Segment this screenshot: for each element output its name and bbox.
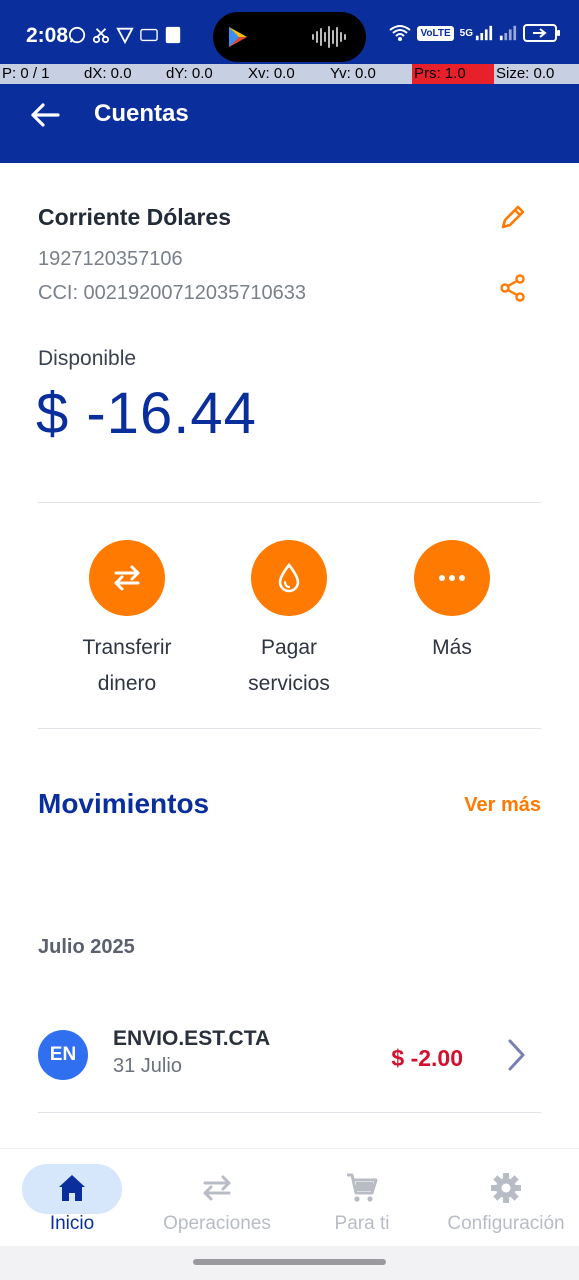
pay-services-button[interactable]: Pagar servicios — [209, 540, 369, 702]
transfer-icon — [114, 565, 140, 591]
bottom-navigation: Inicio Operaciones Para ti Configuración — [0, 1148, 579, 1246]
edit-pencil-icon[interactable] — [498, 202, 528, 232]
chevron-right-icon[interactable] — [503, 1038, 529, 1072]
back-arrow-icon[interactable] — [28, 98, 62, 132]
movements-title: Movimientos — [38, 788, 210, 819]
transaction-amount: $ -2.00 — [391, 1045, 463, 1071]
nav-configuracion-label: Configuración — [447, 1213, 565, 1234]
nav-para-ti-label: Para ti — [334, 1213, 390, 1234]
debug-size: Size: 0.0 — [496, 65, 555, 82]
nav-operaciones[interactable]: Operaciones — [148, 1149, 286, 1247]
temu-icon — [140, 28, 158, 42]
account-name: Corriente Dólares — [38, 204, 232, 230]
audio-wave-icon — [312, 26, 346, 48]
transaction-avatar: EN — [38, 1030, 88, 1080]
available-label: Disponible — [38, 347, 137, 370]
nav-configuracion[interactable]: Configuración — [436, 1149, 576, 1247]
pay-services-icon-circle[interactable] — [251, 540, 327, 616]
pay-services-label: Pagar servicios — [209, 630, 369, 702]
home-gesture-bar[interactable] — [193, 1259, 386, 1265]
account-cci: CCI: 00219200712035710633 — [38, 282, 307, 304]
wifi-icon — [389, 25, 412, 41]
scissors-icon — [92, 28, 110, 44]
divider — [38, 728, 541, 729]
gear-icon — [491, 1173, 521, 1203]
debug-dx: dX: 0.0 — [84, 65, 132, 82]
nav-operaciones-label: Operaciones — [163, 1213, 271, 1234]
transaction-date: 31 Julio — [113, 1055, 182, 1077]
more-dots-icon — [439, 575, 465, 581]
notification-icons — [68, 26, 182, 44]
water-drop-icon — [278, 562, 300, 593]
status-time: 2:08 — [26, 24, 69, 47]
app-bar: Cuentas — [0, 84, 579, 163]
pay-services-label-line2: servicios — [248, 672, 330, 695]
transfer-label-line2: dinero — [97, 672, 157, 695]
cart-icon — [347, 1173, 378, 1202]
debug-yv: Yv: 0.0 — [330, 65, 376, 82]
transfer-icon — [203, 1175, 231, 1201]
pointer-location-overlay: P: 0 / 1 dX: 0.0 dY: 0.0 Xv: 0.0 Yv: 0.0… — [0, 64, 579, 84]
nav-para-ti[interactable]: Para ti — [310, 1149, 414, 1247]
signal-2-icon — [499, 25, 517, 41]
debug-pointer: P: 0 / 1 — [2, 65, 50, 82]
divider — [38, 502, 541, 503]
transfer-money-button[interactable]: Transferir dinero — [47, 540, 207, 702]
see-more-link[interactable]: Ver más — [464, 794, 541, 817]
google-play-games-icon — [229, 27, 247, 47]
available-balance: $ -16.44 — [36, 381, 257, 446]
transaction-title: ENVIO.EST.CTA — [113, 1027, 271, 1050]
camera-island — [213, 12, 366, 62]
debug-dy: dY: 0.0 — [166, 65, 213, 82]
volte-badge: VoLTE — [417, 25, 454, 41]
nav-inicio-label: Inicio — [49, 1213, 95, 1234]
battery-icon — [523, 24, 560, 42]
status-bar: 2:08 VoLTE 5G — [0, 0, 579, 64]
more-label: Más — [372, 630, 532, 666]
pay-services-label-line1: Pagar — [260, 636, 318, 659]
transfer-label: Transferir dinero — [47, 630, 207, 702]
system-icons: VoLTE 5G — [389, 24, 560, 42]
divider — [38, 1112, 541, 1113]
month-header: Julio 2025 — [38, 936, 135, 958]
home-icon — [59, 1175, 85, 1201]
nav-inicio[interactable]: Inicio — [10, 1149, 134, 1247]
transfer-icon-circle[interactable] — [89, 540, 165, 616]
share-icon[interactable] — [498, 273, 528, 303]
page-title: Cuentas — [94, 100, 189, 127]
vpn-shield-icon — [116, 27, 134, 44]
transfer-label-line1: Transferir — [82, 636, 172, 659]
account-number: 1927120357106 — [38, 248, 183, 270]
more-button[interactable]: Más — [372, 540, 532, 666]
debug-pressure: Prs: 1.0 — [412, 64, 494, 84]
sim-card-icon — [165, 26, 181, 44]
signal-icon — [475, 25, 493, 41]
gesture-area — [0, 1246, 579, 1280]
more-icon-circle[interactable] — [414, 540, 490, 616]
network-type: 5G — [459, 27, 473, 39]
whatsapp-icon — [68, 26, 86, 44]
debug-xv: Xv: 0.0 — [248, 65, 295, 82]
more-label-line1: Más — [432, 636, 472, 659]
